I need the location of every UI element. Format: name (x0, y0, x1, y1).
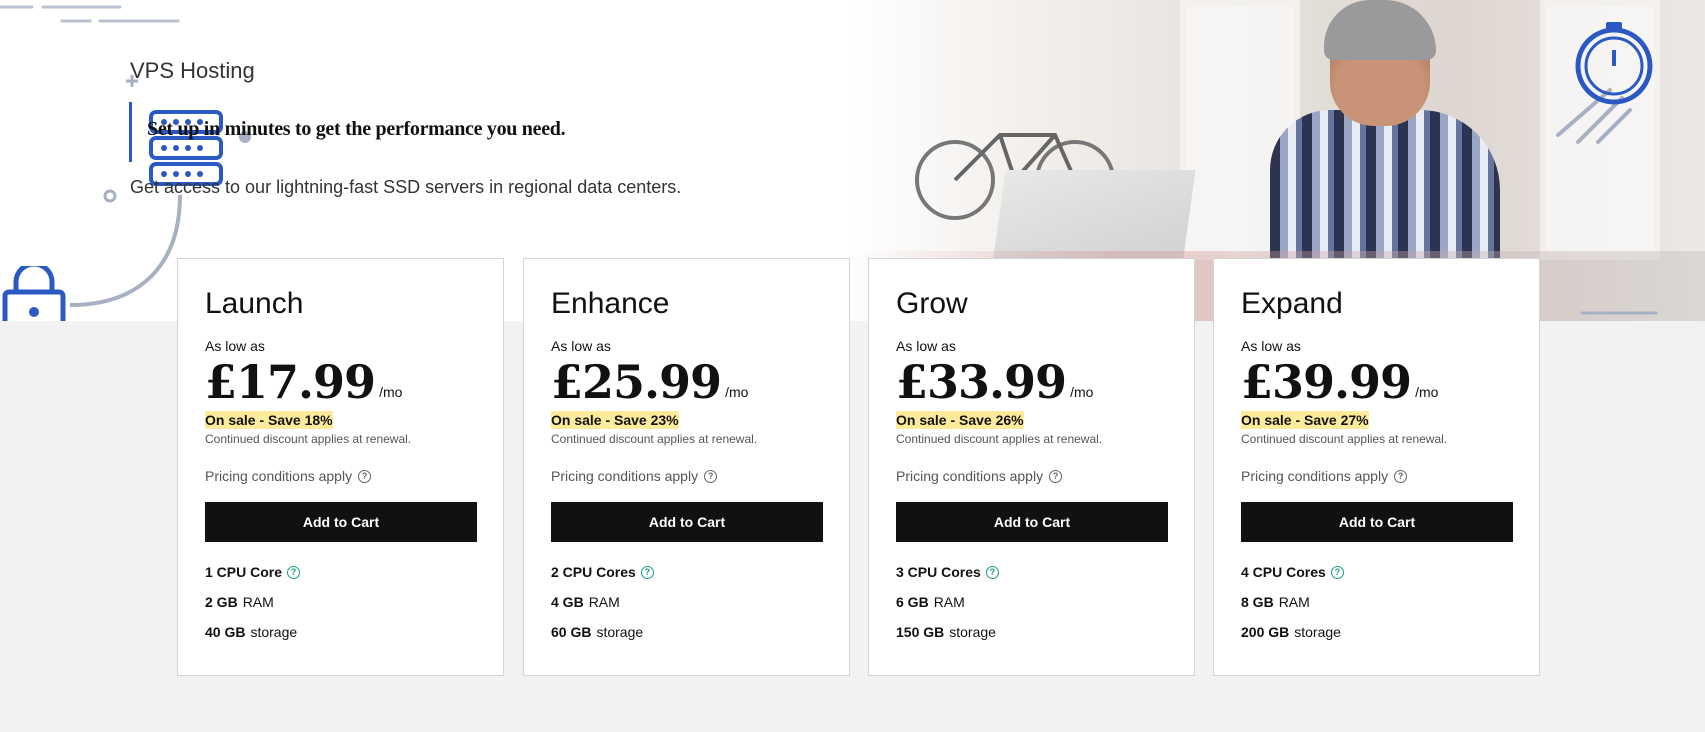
decorative-lines (1580, 311, 1658, 315)
help-icon[interactable]: ? (1394, 469, 1408, 483)
storage-spec: 200 GB storage (1241, 624, 1341, 640)
plan-price: £17.99 (205, 355, 376, 409)
add-to-cart-button[interactable]: Add to Cart (1241, 502, 1513, 542)
help-icon[interactable]: ? (985, 565, 999, 579)
renewal-note: Continued discount applies at renewal. (896, 432, 1103, 446)
help-icon[interactable]: ? (640, 565, 654, 579)
storage-spec: 150 GB storage (896, 624, 996, 640)
ram-spec: 8 GB RAM (1241, 594, 1310, 610)
help-icon[interactable]: ? (704, 469, 718, 483)
pricing-conditions-link[interactable]: Pricing conditions apply ? (896, 468, 1063, 484)
plan-price: £39.99 (1241, 355, 1412, 409)
cpu-spec: 3 CPU Cores ? (896, 564, 999, 580)
sale-badge: On sale - Save 26% (896, 411, 1024, 429)
plan-card-grow: Grow As low as £33.99 /mo On sale - Save… (868, 258, 1195, 676)
cpu-spec: 1 CPU Core ? (205, 564, 301, 580)
plan-price: £33.99 (896, 355, 1067, 409)
plan-name: Enhance (551, 287, 670, 320)
plan-card-launch: Launch As low as £17.99 /mo On sale - Sa… (177, 258, 504, 676)
price-period: /mo (725, 384, 749, 400)
pricing-conditions-link[interactable]: Pricing conditions apply ? (205, 468, 372, 484)
decorative-lines (0, 5, 180, 23)
price-period: /mo (1415, 384, 1439, 400)
lock-icon (2, 266, 66, 321)
ram-spec: 4 GB RAM (551, 594, 620, 610)
plan-name: Grow (896, 287, 968, 320)
storage-spec: 60 GB storage (551, 624, 644, 640)
renewal-note: Continued discount applies at renewal. (205, 432, 412, 446)
as-low-as-label: As low as (1241, 338, 1301, 354)
add-to-cart-button[interactable]: Add to Cart (551, 502, 823, 542)
sale-badge: On sale - Save 27% (1241, 411, 1369, 429)
help-icon[interactable]: ? (358, 469, 372, 483)
price-period: /mo (379, 384, 403, 400)
help-icon[interactable]: ? (1049, 469, 1063, 483)
add-to-cart-button[interactable]: Add to Cart (896, 502, 1168, 542)
pricing-conditions-link[interactable]: Pricing conditions apply ? (1241, 468, 1408, 484)
pricing-conditions-link[interactable]: Pricing conditions apply ? (551, 468, 718, 484)
plan-price: £25.99 (551, 355, 722, 409)
plan-name: Launch (205, 287, 304, 320)
sale-badge: On sale - Save 23% (551, 411, 679, 429)
stopwatch-icon (1556, 22, 1653, 144)
hero-subtitle: Get access to our lightning-fast SSD ser… (130, 177, 682, 197)
sale-badge: On sale - Save 18% (205, 411, 333, 429)
price-period: /mo (1070, 384, 1094, 400)
ram-spec: 2 GB RAM (205, 594, 274, 610)
as-low-as-label: As low as (205, 338, 265, 354)
as-low-as-label: As low as (896, 338, 956, 354)
cpu-spec: 4 CPU Cores ? (1241, 564, 1344, 580)
help-icon[interactable]: ? (1330, 565, 1344, 579)
add-to-cart-button[interactable]: Add to Cart (205, 502, 477, 542)
renewal-note: Continued discount applies at renewal. (551, 432, 758, 446)
as-low-as-label: As low as (551, 338, 611, 354)
page-title: VPS Hosting (130, 58, 255, 83)
help-icon[interactable]: ? (287, 565, 301, 579)
renewal-note: Continued discount applies at renewal. (1241, 432, 1448, 446)
hero-tagline: Set up in minutes to get the performance… (147, 118, 566, 140)
cpu-spec: 2 CPU Cores ? (551, 564, 654, 580)
plan-card-expand: Expand As low as £39.99 /mo On sale - Sa… (1213, 258, 1540, 676)
tagline-accent-bar (129, 102, 132, 162)
plan-name: Expand (1241, 287, 1343, 320)
ram-spec: 6 GB RAM (896, 594, 965, 610)
plan-card-enhance: Enhance As low as £25.99 /mo On sale - S… (523, 258, 850, 676)
storage-spec: 40 GB storage (205, 624, 298, 640)
